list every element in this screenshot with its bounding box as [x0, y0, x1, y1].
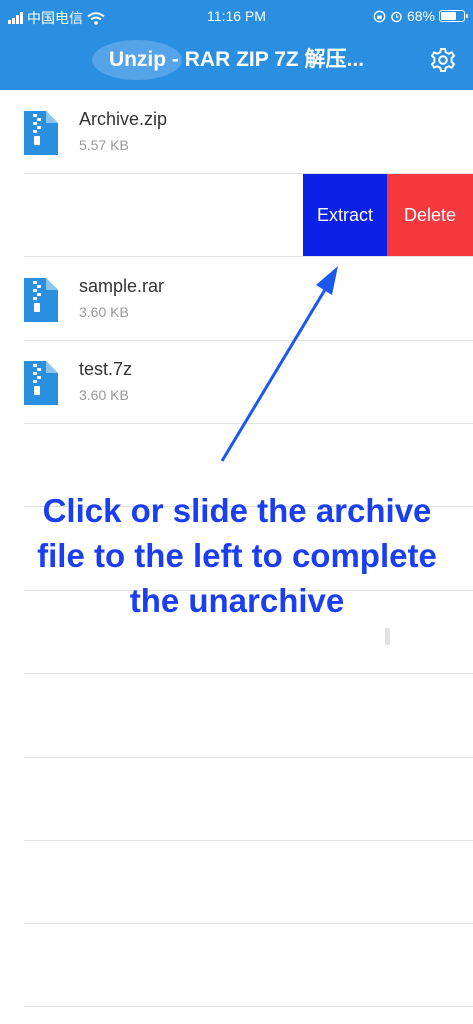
- app-header: 中国电信 11:16 PM 68% Unzip - RAR ZIP 7Z 解压.…: [0, 0, 473, 90]
- battery-icon: [439, 10, 468, 22]
- extract-button[interactable]: Extract: [303, 174, 387, 257]
- page-title: Unzip - RAR ZIP 7Z 解压...: [108, 48, 365, 71]
- file-row-archive[interactable]: Archive.zip 5.57 KB: [0, 91, 473, 174]
- alarm-icon: [391, 11, 402, 22]
- zip-file-icon: [24, 111, 58, 155]
- file-size: 3.60 KB: [79, 387, 129, 403]
- status-right: 68%: [373, 8, 468, 24]
- divider: [24, 256, 473, 257]
- delete-button[interactable]: Delete: [387, 174, 473, 257]
- divider: [24, 423, 473, 424]
- title-area: Unzip - RAR ZIP 7Z 解压...: [0, 40, 473, 80]
- divider: [24, 673, 473, 674]
- status-bar: 中国电信 11:16 PM 68%: [0, 0, 473, 32]
- divider: [24, 923, 473, 924]
- instruction-text: Click or slide the archive file to the l…: [12, 488, 462, 623]
- file-name: sample.rar: [79, 276, 165, 296]
- swipe-actions: Extract Delete: [303, 174, 473, 257]
- zip-file-icon: [24, 361, 58, 405]
- scroll-indicator: [385, 628, 390, 645]
- battery-fill: [441, 12, 456, 20]
- battery-percent: 68%: [406, 8, 435, 24]
- file-name: Archive.zip: [79, 109, 168, 129]
- divider: [24, 757, 473, 758]
- divider: [24, 840, 473, 841]
- gear-icon[interactable]: [429, 46, 457, 74]
- file-size: 3.60 KB: [79, 304, 129, 320]
- divider: [24, 1006, 473, 1007]
- instruction-line: the unarchive: [129, 582, 345, 619]
- file-size: 5.57 KB: [79, 137, 129, 153]
- rotation-lock-icon: [373, 10, 386, 22]
- zip-file-icon: [24, 278, 58, 322]
- file-row-test[interactable]: test.7z 3.60 KB: [0, 341, 473, 424]
- file-row-sample[interactable]: sample.rar 3.60 KB: [0, 258, 473, 341]
- instruction-line: file to the left to complete: [37, 537, 437, 574]
- instruction-line: Click or slide the archive: [42, 492, 432, 529]
- file-name: test.7z: [79, 359, 133, 379]
